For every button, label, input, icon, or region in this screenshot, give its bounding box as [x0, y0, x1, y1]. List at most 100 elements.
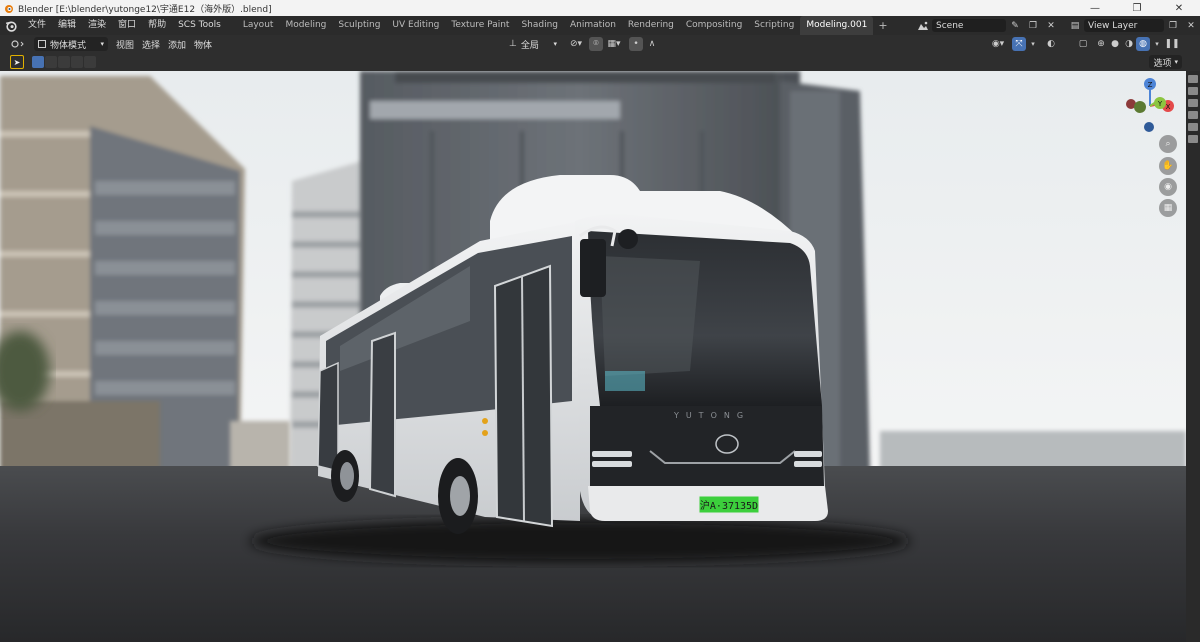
select-invert-icon[interactable]	[71, 56, 83, 68]
extra-tab-icon[interactable]	[1188, 111, 1198, 119]
solid-shading-icon[interactable]: ●	[1108, 37, 1122, 51]
transform-orientation-dropdown[interactable]: ⊥ 全局 ▾	[505, 37, 561, 51]
orientation-value: 全局	[520, 40, 539, 51]
tab-sculpting[interactable]: Sculpting	[332, 16, 386, 35]
pan-hand-icon[interactable]: ✋	[1159, 157, 1177, 175]
menu-window[interactable]: 窗口	[112, 16, 142, 35]
view-layer-field[interactable]: View Layer	[1084, 19, 1164, 32]
tab-animation[interactable]: Animation	[564, 16, 622, 35]
wireframe-shading-icon[interactable]: ⊕	[1094, 37, 1108, 51]
scene-selector-area: Scene ✎ ❐ ✕ ▤ View Layer ❐ ✕	[914, 16, 1200, 35]
viewport-sidebar-tabs	[1186, 71, 1200, 642]
tool-header: ➤ 选项 ▾	[0, 53, 1200, 71]
window-titlebar: Blender [E:\blender\yutonge12\宇通E12（海外版）…	[0, 0, 1200, 16]
interaction-mode-dropdown[interactable]: 物体模式 ▾	[34, 37, 108, 51]
tab-texture-paint[interactable]: Texture Paint	[445, 16, 515, 35]
tab-uv-editing[interactable]: UV Editing	[386, 16, 445, 35]
camera-view-icon[interactable]: ◉	[1159, 178, 1177, 196]
close-button[interactable]: ✕	[1158, 0, 1200, 16]
scene-name: Scene	[936, 20, 964, 31]
gizmo-y-label: Y	[1157, 100, 1163, 108]
item-tab-icon[interactable]	[1188, 99, 1198, 107]
snap-toggle-icon[interactable]: ⌾	[589, 37, 603, 51]
delete-scene-icon[interactable]: ✕	[1044, 19, 1058, 33]
menu-object[interactable]: 物体	[190, 37, 216, 51]
blender-logo-icon	[2, 1, 16, 15]
view-layer-icon[interactable]: ▤	[1068, 19, 1082, 33]
object-mode-icon	[38, 40, 46, 48]
options-label: 选项	[1153, 58, 1172, 69]
license-plate-text: 沪A·37135D	[700, 499, 758, 512]
gizmo-dropdown-icon[interactable]: ▾	[1026, 37, 1040, 51]
add-workspace-icon[interactable]: +	[873, 19, 892, 32]
rendered-scene: YUTONG 沪A·37135D	[0, 71, 1186, 642]
falloff-icon[interactable]: ∧	[645, 37, 659, 51]
tab-modeling-001[interactable]: Modeling.001	[800, 16, 874, 35]
shading-options-icon[interactable]: ▾	[1150, 37, 1164, 51]
select-new-icon[interactable]	[32, 56, 44, 68]
xray-toggle-icon[interactable]: ▢	[1076, 37, 1090, 51]
editor-type-icon[interactable]	[8, 37, 28, 51]
top-bar: 文件 编辑 渲染 窗口 帮助 SCS Tools Layout Modeling…	[0, 16, 1200, 35]
select-extend-icon[interactable]	[45, 56, 57, 68]
menu-scs-tools[interactable]: SCS Tools	[172, 16, 227, 35]
pause-render-icon[interactable]: ❚❚	[1164, 37, 1179, 51]
left-building	[0, 76, 245, 471]
scene-field[interactable]: Scene	[932, 19, 1006, 32]
proportional-edit-icon[interactable]: •	[629, 37, 643, 51]
scene-icon[interactable]	[916, 19, 930, 33]
tab-compositing[interactable]: Compositing	[680, 16, 748, 35]
gizmo-toggle-icon[interactable]: ⤧	[1012, 37, 1026, 51]
extra-tab-icon[interactable]	[1188, 135, 1198, 143]
chevron-down-icon: ▾	[100, 40, 104, 48]
select-intersect-icon[interactable]	[84, 56, 96, 68]
overlay-toggle-icon[interactable]: ◐	[1044, 37, 1058, 51]
gizmo-neg-z-icon[interactable]	[1144, 122, 1154, 132]
view-layer-name: View Layer	[1088, 20, 1138, 31]
pin-icon[interactable]: ✎	[1008, 19, 1022, 33]
select-tool-icon[interactable]: ➤	[10, 55, 24, 69]
gizmo-z-label: Z	[1148, 81, 1153, 89]
orientation-icon: ⊥	[509, 39, 517, 49]
tool-tab-icon[interactable]	[1188, 75, 1198, 83]
zoom-icon[interactable]: ⌕	[1159, 135, 1177, 153]
material-shading-icon[interactable]: ◑	[1122, 37, 1136, 51]
blender-menu-icon[interactable]	[0, 16, 22, 35]
viewport-header: 物体模式 ▾ 视图 选择 添加 物体 ⊥ 全局 ▾ ⊘▾ ⌾ ▦▾ • ∧ ◉▾…	[0, 35, 1200, 53]
delete-view-layer-icon[interactable]: ✕	[1184, 19, 1198, 33]
tab-shading[interactable]: Shading	[515, 16, 564, 35]
maximize-button[interactable]: ❐	[1116, 0, 1158, 16]
new-view-layer-icon[interactable]: ❐	[1166, 19, 1180, 33]
tab-modeling[interactable]: Modeling	[279, 16, 332, 35]
snap-target-icon[interactable]: ▦▾	[604, 37, 624, 51]
gizmo-x-label: X	[1166, 103, 1171, 111]
interaction-mode-value: 物体模式	[50, 40, 87, 51]
3d-viewport[interactable]: YUTONG 沪A·37135D	[0, 71, 1186, 642]
rendered-shading-icon[interactable]: ◍	[1136, 37, 1150, 51]
tab-layout[interactable]: Layout	[237, 16, 280, 35]
chevron-down-icon: ▾	[1174, 58, 1178, 66]
menu-view[interactable]: 视图	[112, 37, 138, 51]
select-subtract-icon[interactable]	[58, 56, 70, 68]
extra-tab-icon[interactable]	[1188, 123, 1198, 131]
menu-file[interactable]: 文件	[22, 16, 52, 35]
window-title: Blender [E:\blender\yutonge12\宇通E12（海外版）…	[18, 4, 272, 15]
menu-render[interactable]: 渲染	[82, 16, 112, 35]
menu-help[interactable]: 帮助	[142, 16, 172, 35]
perspective-toggle-icon[interactable]: ▦	[1159, 199, 1177, 217]
options-dropdown[interactable]: 选项 ▾	[1149, 55, 1182, 69]
tab-rendering[interactable]: Rendering	[622, 16, 680, 35]
menu-add[interactable]: 添加	[164, 37, 190, 51]
tab-scripting[interactable]: Scripting	[748, 16, 800, 35]
bus-brand-text: YUTONG	[673, 411, 750, 420]
navigation-gizmo[interactable]: Z X Y	[1120, 76, 1180, 136]
view-tab-icon[interactable]	[1188, 87, 1198, 95]
visibility-icon[interactable]: ◉▾	[988, 37, 1008, 51]
chevron-down-icon: ▾	[553, 40, 557, 48]
new-scene-icon[interactable]: ❐	[1026, 19, 1040, 33]
minimize-button[interactable]: —	[1074, 0, 1116, 16]
menu-select[interactable]: 选择	[138, 37, 164, 51]
pivot-point-icon[interactable]: ⊘▾	[566, 37, 586, 51]
menu-edit[interactable]: 编辑	[52, 16, 82, 35]
gizmo-neg-y-icon[interactable]	[1134, 101, 1146, 113]
